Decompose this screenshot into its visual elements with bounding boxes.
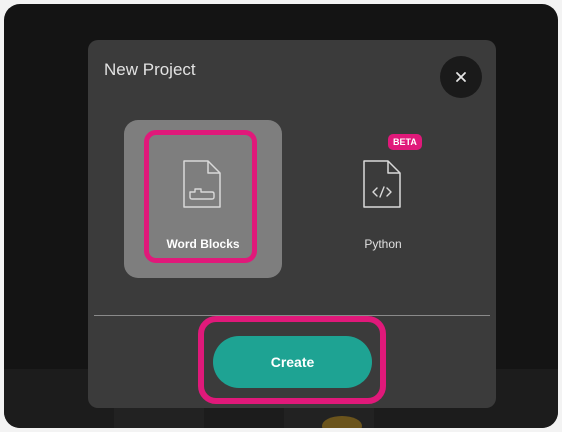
option-python[interactable]: BETA Python xyxy=(304,120,462,278)
option-word-blocks[interactable]: Word Blocks xyxy=(124,120,282,278)
close-icon xyxy=(456,72,466,82)
close-button[interactable] xyxy=(440,56,482,98)
create-button[interactable]: Create xyxy=(213,336,372,388)
option-label: Word Blocks xyxy=(166,237,240,251)
dialog-title: New Project xyxy=(104,60,196,79)
option-label: Python xyxy=(364,237,402,251)
file-blocks-icon xyxy=(183,160,221,208)
file-code-icon xyxy=(363,160,401,208)
app-screen: New Project Word Blocks BETA Python Crea… xyxy=(4,4,558,428)
new-project-dialog: New Project Word Blocks BETA Python Crea… xyxy=(88,40,496,408)
beta-badge: BETA xyxy=(388,134,422,150)
